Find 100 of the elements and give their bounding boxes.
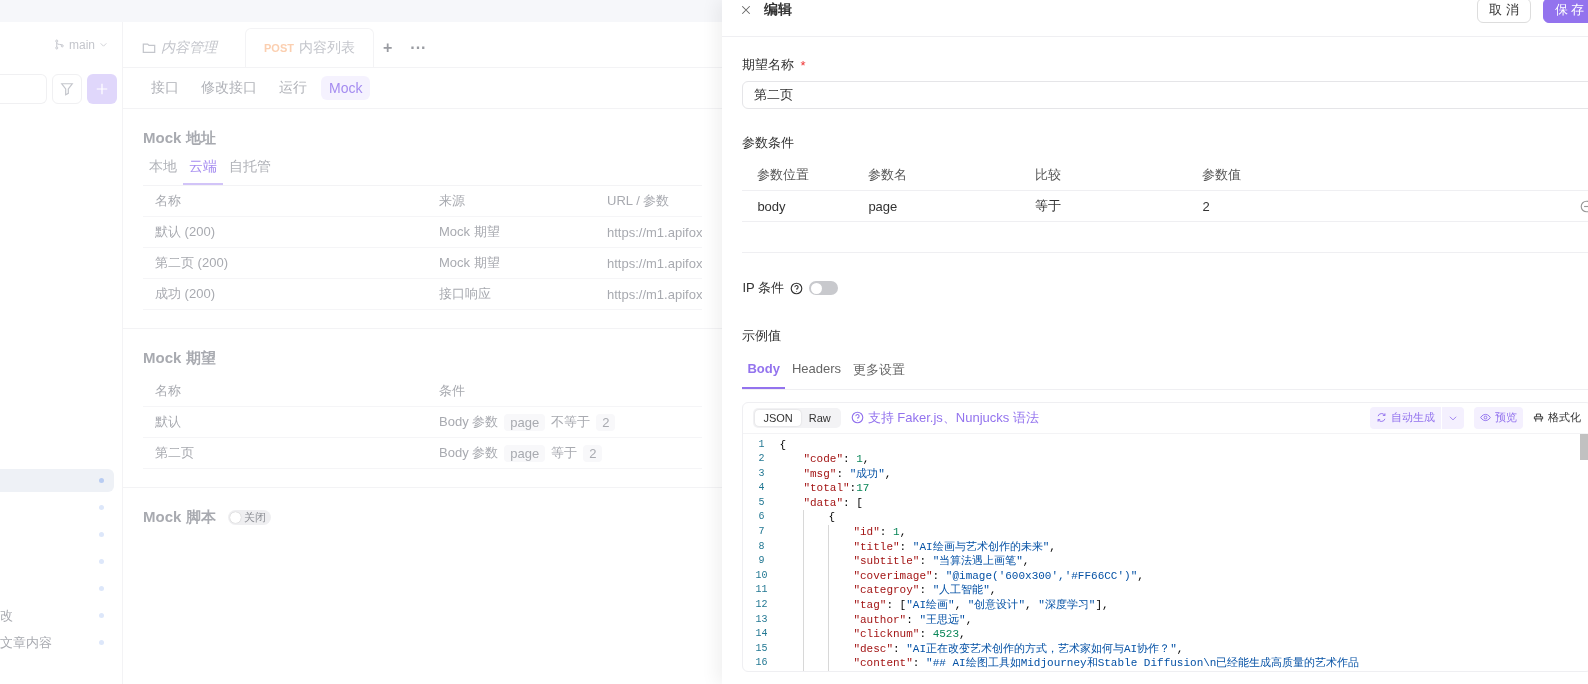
sub-tab[interactable]: 运行 bbox=[271, 75, 315, 101]
body-tab[interactable]: Body bbox=[742, 359, 785, 389]
tree-item[interactable]: 文章内容 bbox=[0, 631, 114, 654]
table-cell-text: 第二页 bbox=[155, 444, 195, 462]
brush-icon bbox=[1533, 412, 1545, 424]
table-cell-text: Mock 期望 bbox=[439, 254, 501, 272]
code-line: "author": "王思远", bbox=[853, 612, 973, 628]
syntax-link[interactable]: 支持 Faker.js、Nunjucks 语法 bbox=[867, 408, 1039, 427]
table-cell-text: 接口响应 bbox=[439, 285, 492, 303]
code-line: "content": "## AI绘图工具如Midjourney和Stable Diffusion\n已经能生成高质量的艺术作品 bbox=[853, 656, 1360, 671]
close-icon bbox=[740, 4, 753, 16]
code-line: "id": 1, bbox=[853, 525, 907, 540]
table-cell-text: body bbox=[757, 198, 787, 214]
column-header: 参数值 bbox=[1202, 166, 1243, 184]
column-header: 来源 bbox=[439, 192, 466, 210]
body-tab[interactable]: Headers bbox=[786, 359, 847, 389]
body-tab[interactable]: 更多设置 bbox=[848, 359, 911, 389]
field-label: 参数条件 bbox=[742, 134, 795, 152]
ip-toggle[interactable] bbox=[809, 281, 839, 295]
status-dot-icon bbox=[99, 613, 104, 618]
document-tab[interactable]: 内容管理 bbox=[123, 28, 245, 67]
status-dot-icon bbox=[99, 586, 104, 591]
table-cell-text: 2 bbox=[1202, 198, 1211, 214]
column-header: 参数位置 bbox=[757, 166, 811, 184]
condition-source: Body 参数 bbox=[439, 413, 499, 431]
branch-icon bbox=[54, 39, 65, 50]
preview-button[interactable]: 预览 bbox=[1474, 406, 1524, 429]
line-number: 15 bbox=[755, 641, 768, 656]
line-number: 9 bbox=[758, 554, 765, 569]
new-tab-button[interactable]: + bbox=[373, 29, 402, 67]
folder-icon bbox=[142, 41, 156, 55]
table-cell-text: Mock 期望 bbox=[439, 223, 501, 241]
eye-icon bbox=[1480, 412, 1492, 424]
line-number: 12 bbox=[755, 598, 768, 613]
line-number: 8 bbox=[758, 539, 765, 554]
line-number: 11 bbox=[755, 583, 768, 598]
code-line: "tag": ["AI绘画", "创意设计", "深度学习"], bbox=[853, 598, 1109, 613]
cancel-button[interactable]: 取 消 bbox=[1477, 0, 1531, 23]
condition-source: Body 参数 bbox=[439, 444, 499, 462]
code-line: { bbox=[828, 510, 835, 526]
table-cell-text: page bbox=[868, 198, 899, 214]
line-number: 13 bbox=[755, 612, 768, 627]
field-label: 示例值 bbox=[742, 327, 782, 345]
field-label: IP 条件 bbox=[742, 279, 785, 297]
code-line: "title": "AI绘画与艺术创作的未来", bbox=[853, 539, 1056, 555]
scrollbar[interactable] bbox=[1580, 433, 1588, 460]
table-cell-text: 等于 bbox=[1035, 197, 1063, 215]
tree-item[interactable] bbox=[0, 469, 114, 492]
tree-item[interactable]: 改 bbox=[0, 604, 114, 627]
condition-operator: 等于 bbox=[551, 444, 578, 462]
param-tag: page bbox=[504, 444, 546, 462]
format-toggle[interactable]: JSON bbox=[755, 409, 801, 426]
required-mark: * bbox=[800, 57, 806, 73]
sub-tab[interactable]: Mock bbox=[321, 76, 371, 100]
branch-selector[interactable]: main bbox=[69, 37, 95, 52]
save-button[interactable]: 保 存 bbox=[1542, 0, 1588, 23]
name-input[interactable]: 第二页 bbox=[742, 81, 1588, 109]
table-cell-text: 第二页 (200) bbox=[155, 254, 229, 272]
drawer-title: 编辑 bbox=[764, 1, 794, 19]
tab[interactable]: 云端 bbox=[183, 154, 223, 185]
filter-button[interactable] bbox=[52, 74, 82, 104]
line-number: 7 bbox=[758, 525, 765, 540]
line-number: 16 bbox=[755, 656, 768, 671]
section-title: Mock 脚本 bbox=[143, 508, 216, 527]
format-toggle[interactable]: Raw bbox=[800, 409, 839, 426]
code-line: "clicknum": 4523, bbox=[853, 627, 966, 642]
line-number: 4 bbox=[758, 481, 765, 496]
document-tab[interactable]: POST 内容列表 bbox=[245, 28, 374, 67]
condition-operator: 不等于 bbox=[551, 413, 591, 431]
format-button[interactable]: 格式化 bbox=[1533, 410, 1582, 426]
status-dot-icon bbox=[99, 640, 104, 645]
chevron-down-icon bbox=[99, 40, 108, 49]
status-dot-icon bbox=[99, 505, 104, 510]
script-toggle[interactable]: 关闭 bbox=[227, 510, 271, 525]
section-title: Mock 地址 bbox=[143, 129, 216, 148]
column-header: 条件 bbox=[439, 382, 466, 400]
line-number: 6 bbox=[758, 510, 765, 525]
code-line: "msg": "成功", bbox=[803, 466, 892, 482]
table-cell: https://m1.apifox bbox=[607, 286, 703, 302]
column-header: URL / 参数 bbox=[607, 192, 671, 210]
auto-generate-button[interactable]: 自动生成 bbox=[1370, 406, 1465, 429]
add-button[interactable] bbox=[87, 74, 117, 104]
value-tag: 2 bbox=[596, 413, 616, 431]
sub-tab[interactable]: 接口 bbox=[143, 75, 187, 101]
code-line: "coverimage": "@image('600x300','#FF66CC')", bbox=[853, 568, 1144, 584]
tab[interactable]: 自托管 bbox=[223, 154, 277, 185]
code-line: "total":17 bbox=[803, 481, 870, 496]
column-header: 参数名 bbox=[868, 166, 909, 184]
column-header: 名称 bbox=[155, 382, 182, 400]
tree-item-label: 文章内容 bbox=[0, 633, 52, 652]
code-editor[interactable] bbox=[742, 402, 1588, 672]
column-header: 名称 bbox=[155, 192, 182, 210]
plus-icon bbox=[95, 82, 109, 96]
sub-tab[interactable]: 修改接口 bbox=[193, 75, 265, 101]
more-button[interactable]: ··· bbox=[401, 29, 436, 67]
section-title: Mock 期望 bbox=[143, 349, 216, 368]
table-cell: https://m1.apifox bbox=[607, 224, 703, 240]
tab[interactable]: 本地 bbox=[143, 154, 183, 185]
close-button[interactable] bbox=[740, 4, 753, 16]
code-line: "desc": "AI正在改变艺术创作的方式，艺术家如何与AI协作？", bbox=[853, 641, 1184, 657]
